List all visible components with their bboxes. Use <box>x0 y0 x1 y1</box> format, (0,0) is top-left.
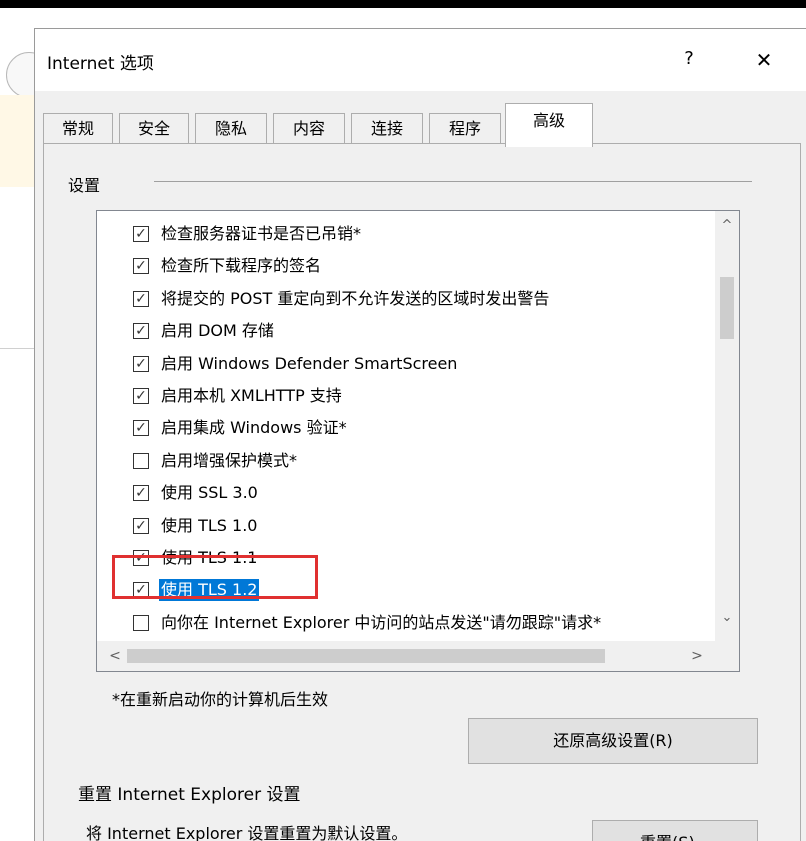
tab-security[interactable]: 安全 <box>119 113 189 145</box>
help-button[interactable]: ? <box>677 47 701 71</box>
tab-connections[interactable]: 连接 <box>351 113 423 145</box>
checkbox-checked[interactable]: ✓ <box>133 420 149 437</box>
advanced-panel: 设置 ✓ 检查服务器证书是否已吊销* ✓ 检查所下载程序的签名 ✓ 将提交的 P… <box>43 143 801 841</box>
tab-content[interactable]: 内容 <box>273 113 345 145</box>
reset-group-label: 重置 Internet Explorer 设置 <box>78 785 301 805</box>
close-button[interactable]: ✕ <box>749 45 779 75</box>
top-edge <box>0 0 806 8</box>
tab-general[interactable]: 常规 <box>43 113 113 145</box>
settings-group-label: 设置 <box>68 176 101 195</box>
checkbox-checked[interactable]: ✓ <box>133 290 149 307</box>
list-item[interactable]: ✓ 启用 Windows Defender SmartScreen <box>97 349 715 381</box>
list-item[interactable]: ✓ 启用 DOM 存储 <box>97 316 715 348</box>
list-item-label: 启用 DOM 存储 <box>161 321 274 341</box>
list-item[interactable]: ✓ 使用 TLS 1.1 <box>97 543 715 575</box>
background-divider <box>0 348 34 349</box>
checkbox-checked[interactable]: ✓ <box>133 517 149 534</box>
settings-divider <box>154 181 752 182</box>
list-item-label: 启用增强保护模式* <box>161 450 298 470</box>
list-item-label: 使用 TLS 1.1 <box>161 547 258 567</box>
list-item-label: 使用 TLS 1.2 <box>159 579 260 602</box>
list-item[interactable]: ✓ 使用 TLS 1.0 <box>97 511 715 543</box>
restore-advanced-settings-button[interactable]: 还原高级设置(R) <box>468 718 758 764</box>
list-item-label: 启用集成 Windows 验证* <box>161 418 347 438</box>
list-item-label: 启用本机 XMLHTTP 支持 <box>161 385 342 405</box>
checkbox-unchecked[interactable] <box>133 452 149 469</box>
title-bar: Internet 选项 ? ✕ <box>35 29 806 91</box>
list-item[interactable]: 启用增强保护模式* <box>97 446 715 478</box>
settings-listbox[interactable]: ✓ 检查服务器证书是否已吊销* ✓ 检查所下载程序的签名 ✓ 将提交的 POST… <box>96 210 740 672</box>
list-item[interactable]: ✓ 启用集成 Windows 验证* <box>97 413 715 445</box>
scroll-left-icon[interactable]: < <box>105 645 125 667</box>
list-item-label: 使用 SSL 3.0 <box>161 483 258 503</box>
checkbox-checked[interactable]: ✓ <box>133 323 149 340</box>
checkbox-checked[interactable]: ✓ <box>133 582 149 599</box>
horizontal-scroll-thumb[interactable] <box>127 649 605 663</box>
list-item[interactable]: ✓ 检查所下载程序的签名 <box>97 251 715 283</box>
screenshot: ☺ Internet 选项 ? ✕ 常规 安全 隐私 内容 连接 程序 高级 设… <box>0 0 806 841</box>
vertical-scroll-thumb[interactable] <box>720 277 734 339</box>
list-item-label: 将提交的 POST 重定向到不允许发送的区域时发出警告 <box>161 288 550 308</box>
checkbox-unchecked[interactable] <box>133 614 149 631</box>
vertical-scrollbar[interactable]: ^ ⌄ <box>715 211 739 641</box>
list-item[interactable]: 向你在 Internet Explorer 中访问的站点发送"请勿跟踪"请求* <box>97 608 715 640</box>
scroll-up-icon[interactable]: ^ <box>715 215 739 237</box>
list-item-label: 检查服务器证书是否已吊销* <box>161 224 362 243</box>
scroll-down-icon[interactable]: ⌄ <box>715 607 739 629</box>
list-item[interactable]: ✓ 使用 SSL 3.0 <box>97 478 715 510</box>
checkbox-checked[interactable]: ✓ <box>133 485 149 502</box>
background-notification-strip <box>0 95 34 187</box>
scroll-right-icon[interactable]: > <box>687 645 707 667</box>
dialog-title: Internet 选项 <box>47 54 154 74</box>
list-item[interactable]: ✓ 启用本机 XMLHTTP 支持 <box>97 381 715 413</box>
list-item-selected[interactable]: ✓ 使用 TLS 1.2 <box>97 575 715 607</box>
horizontal-scrollbar[interactable]: < > <box>97 641 739 671</box>
checkbox-checked[interactable]: ✓ <box>133 258 149 275</box>
checkbox-checked[interactable]: ✓ <box>133 387 149 404</box>
tab-strip: 常规 安全 隐私 内容 连接 程序 高级 <box>43 103 803 147</box>
reset-description: 将 Internet Explorer 设置重置为默认设置。 <box>86 824 408 841</box>
checkbox-checked[interactable]: ✓ <box>133 355 149 372</box>
restart-note: *在重新启动你的计算机后生效 <box>112 690 329 709</box>
list-item-label: 启用 Windows Defender SmartScreen <box>161 353 458 373</box>
list-item[interactable]: ✓ 将提交的 POST 重定向到不允许发送的区域时发出警告 <box>97 284 715 316</box>
tab-advanced[interactable]: 高级 <box>505 103 593 147</box>
checkbox-checked[interactable]: ✓ <box>133 226 149 242</box>
internet-options-dialog: Internet 选项 ? ✕ 常规 安全 隐私 内容 连接 程序 高级 设置 … <box>34 28 806 841</box>
tab-programs[interactable]: 程序 <box>429 113 501 145</box>
tab-privacy[interactable]: 隐私 <box>195 113 267 145</box>
list-item-label: 使用 TLS 1.0 <box>161 515 258 535</box>
list-item-label: 检查所下载程序的签名 <box>161 256 322 276</box>
settings-list: ✓ 检查服务器证书是否已吊销* ✓ 检查所下载程序的签名 ✓ 将提交的 POST… <box>97 219 715 640</box>
list-item[interactable]: ✓ 检查服务器证书是否已吊销* <box>97 219 715 251</box>
checkbox-checked[interactable]: ✓ <box>133 549 149 566</box>
reset-button[interactable]: 重置(S)... <box>592 820 758 841</box>
list-item-label: 向你在 Internet Explorer 中访问的站点发送"请勿跟踪"请求* <box>161 612 602 632</box>
